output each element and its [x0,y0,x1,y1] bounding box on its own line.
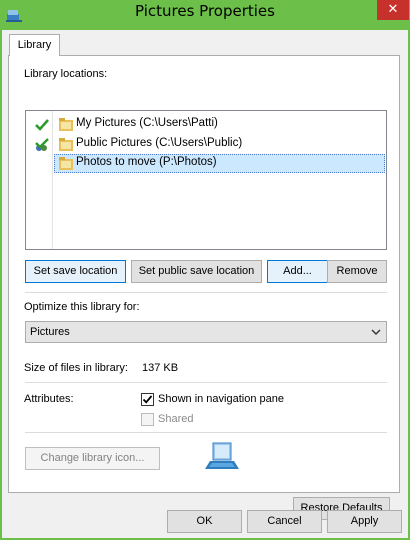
green-check-icon [35,119,49,131]
folder-icon [59,157,73,170]
close-button[interactable]: ✕ [377,0,409,20]
public-save-check-icon [35,138,49,151]
checkmark-icon [142,395,153,404]
shared-label: Shared [158,413,194,425]
apply-button[interactable]: Apply [327,510,402,533]
dialog-body: Library Library locations: My Pictures (… [2,30,408,538]
list-item-selected[interactable]: Photos to move (P:\Photos) [54,154,385,173]
folder-icon [59,118,73,131]
folder-icon [59,138,73,151]
size-label: Size of files in library: [24,362,128,374]
library-tab-panel: Library locations: My Pictures (C:\Users… [8,55,400,520]
change-library-icon-button[interactable]: Change library icon... [25,447,160,470]
list-item-label: Photos to move (P:\Photos) [76,156,217,168]
add-location-button[interactable]: Add... [267,260,328,283]
optimize-selected-value: Pictures [30,326,70,338]
list-item[interactable]: My Pictures (C:\Users\Patti) [26,115,386,134]
divider [25,432,387,433]
attributes-label: Attributes: [24,393,74,405]
chevron-down-icon [371,329,381,335]
optimize-label: Optimize this library for: [24,301,140,313]
tab-library[interactable]: Library [9,34,60,56]
size-value: 137 KB [142,362,179,374]
shared-checkbox[interactable] [141,413,154,426]
list-item-label: My Pictures (C:\Users\Patti) [76,117,218,129]
ok-button[interactable]: OK [167,510,242,533]
window-title: Pictures Properties [135,2,275,20]
cancel-button[interactable]: Cancel [247,510,322,533]
divider [25,292,387,293]
remove-location-button[interactable]: Remove [327,260,387,283]
shown-in-navigation-label: Shown in navigation pane [158,393,284,405]
shown-in-navigation-checkbox[interactable] [141,393,154,406]
list-item[interactable]: Public Pictures (C:\Users\Public) [26,135,386,154]
library-locations-list[interactable]: My Pictures (C:\Users\Patti) Public Pict… [25,110,387,250]
optimize-dropdown[interactable]: Pictures [25,321,387,343]
library-icon-preview [205,442,239,469]
list-item-label: Public Pictures (C:\Users\Public) [76,137,243,149]
set-public-save-location-button[interactable]: Set public save location [131,260,262,283]
title-bar: Pictures Properties ✕ [0,0,410,30]
library-locations-label: Library locations: [24,68,108,80]
divider [25,382,387,383]
set-save-location-button[interactable]: Set save location [25,260,126,283]
